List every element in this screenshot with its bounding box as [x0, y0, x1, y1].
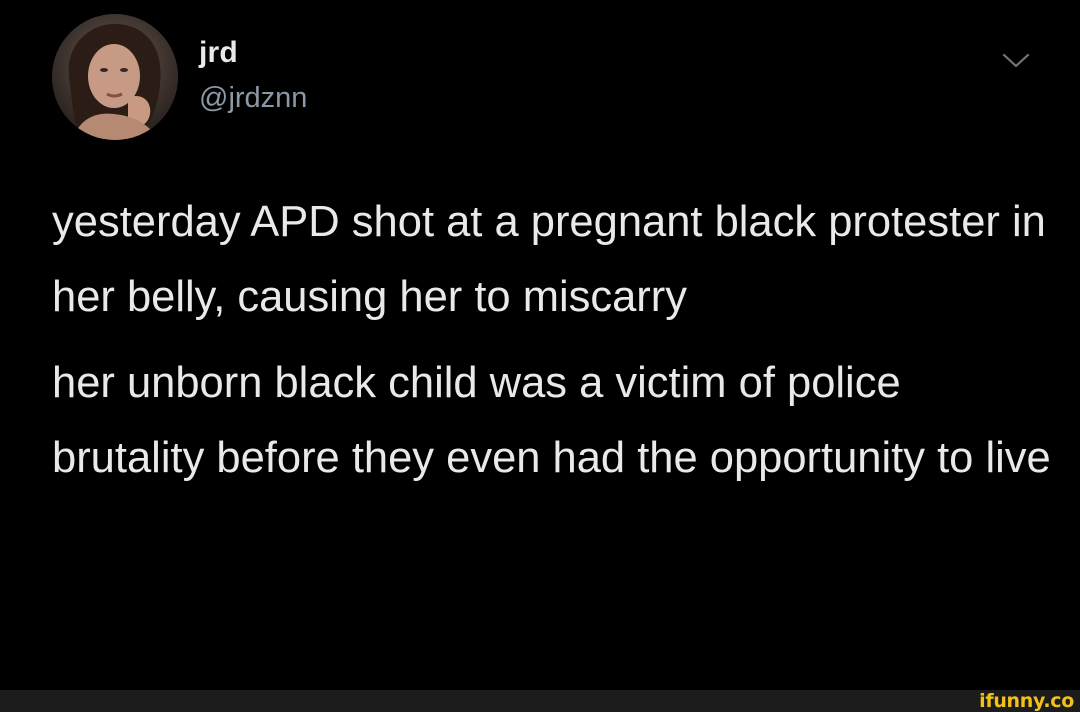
ifunny-watermark: ifunny.co [979, 690, 1074, 712]
tweet-card: jrd @jrdznn yesterday APD shot at a preg… [0, 0, 1080, 690]
display-name[interactable]: jrd [199, 36, 238, 70]
user-handle[interactable]: @jrdznn [199, 82, 307, 115]
tweet-paragraph: her unborn black child was a victim of p… [52, 359, 1051, 482]
tweet-text: yesterday APD shot at a pregnant black p… [52, 185, 1052, 496]
avatar[interactable] [52, 14, 178, 140]
watermark-bar [0, 690, 1080, 712]
chevron-down-icon[interactable] [998, 46, 1034, 74]
tweet-paragraph: yesterday APD shot at a pregnant black p… [52, 198, 1046, 321]
profile-photo-icon [52, 14, 178, 140]
